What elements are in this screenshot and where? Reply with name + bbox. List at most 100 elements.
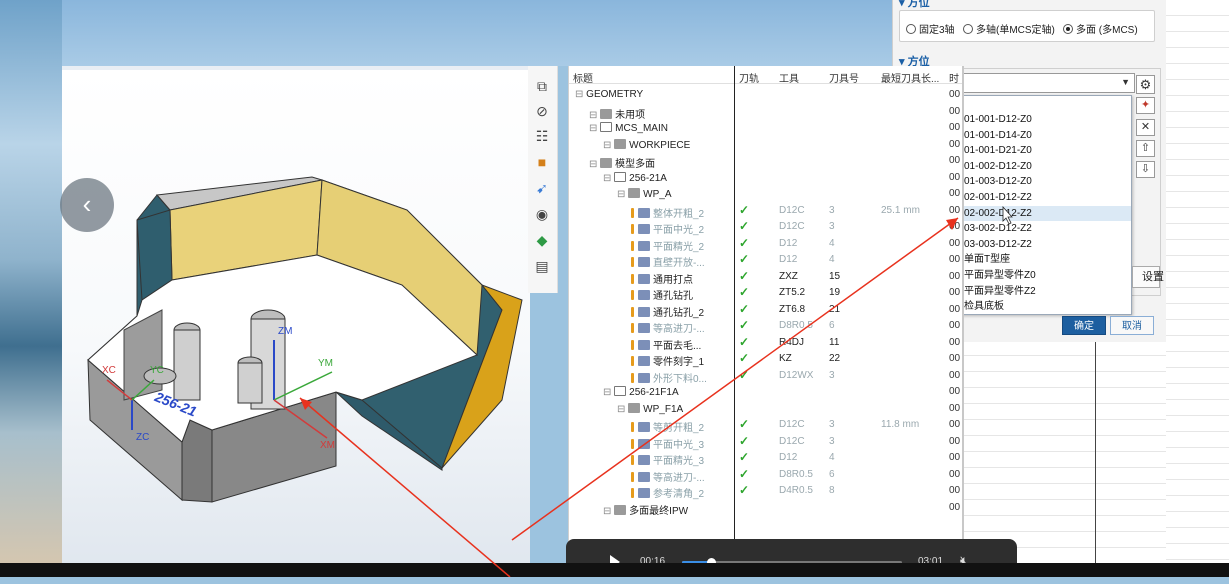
assembly-navigator-icon[interactable]: ⧉	[532, 76, 552, 96]
tree-row[interactable]: 等高进刀-... ✓ D8R0.5 6 00	[569, 467, 962, 484]
tree-row[interactable]: 零件刻字_1 ✓ KZ 22 00	[569, 351, 962, 368]
tree-row[interactable]: ⊟ 未用项 00	[569, 104, 962, 121]
hide-icon[interactable]: ⊘	[532, 101, 552, 121]
tree-row[interactable]: ⊟ WP_F1A 00	[569, 401, 962, 417]
radio-multi-axis-single-mcs[interactable]: 多轴(单MCS定轴)	[963, 21, 1055, 36]
header-min-tool-length[interactable]: 最短刀具长...	[881, 70, 939, 85]
dropdown-item[interactable]: 02-001-D12-Z2	[964, 190, 1032, 205]
time-cell: 00	[949, 204, 961, 216]
tree-row[interactable]: 直壁开放-... ✓ D12 4 00	[569, 252, 962, 269]
setup-button[interactable]: 设置	[1132, 266, 1164, 288]
collapse-icon[interactable]: ⊟	[617, 404, 628, 415]
tool-library-icon[interactable]: ➹	[532, 178, 552, 198]
cancel-button[interactable]: 取消	[1110, 316, 1154, 335]
dropdown-item[interactable]: 03-003-D12-Z2	[964, 237, 1032, 252]
layer-icon[interactable]: ▤	[532, 256, 552, 276]
header-title[interactable]: 标题	[573, 70, 593, 85]
dropdown-item[interactable]: 平面异型零件Z2	[964, 284, 1036, 299]
tree-row[interactable]: ⊟ 256-21A 00	[569, 170, 962, 186]
dropdown-item[interactable]: 03-002-D12-Z2	[964, 221, 1032, 236]
tool-cell: D12	[779, 237, 798, 249]
collapse-icon[interactable]: ⊟	[589, 123, 600, 134]
tree-row[interactable]: 平面精光_2 ✓ D12 4 00	[569, 236, 962, 253]
tree-row[interactable]: 等高进刀-... ✓ D8R0.5 6 00	[569, 318, 962, 335]
dropdown-item[interactable]: 检具底板	[964, 299, 1004, 314]
warning-icon	[631, 372, 634, 383]
tree-row[interactable]: 平面中光_3 ✓ D12C 3 00	[569, 433, 962, 451]
tree-row[interactable]: 外形下料0... ✓ D12WX 3 00	[569, 367, 962, 385]
machine-tool-icon[interactable]: ■	[532, 152, 552, 172]
add-mcs-button[interactable]: ✦	[1136, 97, 1155, 114]
move-down-button[interactable]: ⇩	[1136, 161, 1155, 178]
dropdown-item[interactable]: 01-001-D21-Z0	[964, 143, 1032, 158]
radio-dot	[906, 23, 916, 34]
node-name: 等高进刀-...	[653, 324, 705, 335]
resource-bar: ⧉ ⊘ ☷ ■ ➹ ◉ ◆ ▤	[528, 66, 558, 293]
collapse-icon[interactable]: ⊟	[589, 159, 600, 170]
radio-fixed-3axis[interactable]: 固定3轴	[906, 21, 955, 36]
tool-cell: D12WX	[779, 369, 814, 381]
move-up-button[interactable]: ⇧	[1136, 140, 1155, 157]
collapse-icon[interactable]: ⊟	[589, 110, 600, 121]
op-node-icon	[638, 290, 650, 300]
header-time[interactable]: 时	[949, 70, 959, 85]
collapse-icon[interactable]: ⊟	[603, 387, 614, 398]
tree-row[interactable]: 通孔钻孔_2 ✓ ZT6.8 21 00	[569, 302, 962, 319]
dropdown-item[interactable]: 01-001-D12-Z0	[964, 112, 1032, 127]
op-node-icon	[638, 455, 650, 465]
section-title-orientation-1[interactable]: ▾ 方位	[899, 0, 930, 10]
time-cell: 00	[949, 171, 961, 183]
tree-row[interactable]: ⊟ 模型多面 00	[569, 153, 962, 170]
warning-icon	[631, 471, 634, 482]
tree-row[interactable]: ⊟ 256-21F1A 00	[569, 384, 962, 400]
collapse-icon[interactable]: ⊟	[603, 173, 614, 184]
tree-row[interactable]: ⊟ GEOMETRY 00	[569, 87, 962, 103]
tool-cell: D8R0.5	[779, 320, 813, 331]
tree-row[interactable]: 整体开粗_2 ✓ D12C 3 25.1 mm 00	[569, 202, 962, 220]
dropdown-item[interactable]: 平面异型零件Z0	[964, 268, 1036, 283]
view-icon[interactable]: ◉	[532, 204, 552, 224]
tree-row[interactable]: 平面中光_2 ✓ D12C 3 00	[569, 219, 962, 236]
tree-row[interactable]: 通用打点 ✓ ZXZ 15 00	[569, 269, 962, 286]
bottom-bar	[0, 563, 1229, 577]
dropdown-item[interactable]: 01-002-D12-Z0	[964, 159, 1032, 174]
radio-multi-face-mcs[interactable]: 多面 (多MCS)	[1063, 21, 1138, 36]
tool-number-cell: 8	[829, 485, 835, 496]
gear-icon[interactable]: ⚙	[1136, 75, 1155, 94]
tree-node-label: 平面中光_2	[631, 221, 704, 236]
tool-number-cell: 4	[829, 254, 835, 265]
collapse-icon[interactable]: ⊟	[603, 506, 614, 517]
tree-node-label: ⊟ MCS_MAIN	[589, 122, 668, 134]
tree-row[interactable]: 平面精光_3 ✓ D12 4 00	[569, 450, 962, 467]
tree-row[interactable]: ⊟ 多面最终IPW 00	[569, 500, 962, 517]
toolpath-ok-icon: ✓	[739, 367, 750, 382]
tree-row[interactable]: 通孔钻孔 ✓ ZT5.2 19 00	[569, 285, 962, 302]
back-arrow-button[interactable]: ‹	[60, 178, 114, 232]
graphics-viewport[interactable]: ZM YM XM XC YC ZC 256-21	[62, 66, 530, 577]
tree-row[interactable]: ⊟ WORKPIECE 00	[569, 137, 962, 153]
tree-row[interactable]: 等剪开粗_2 ✓ D12C 3 11.8 mm 00	[569, 417, 962, 434]
collapse-icon[interactable]: ⊟	[603, 140, 614, 151]
dropdown-item[interactable]: 01-003-D12-Z0	[964, 174, 1032, 189]
dropdown-item[interactable]: 02-002-D12-Z2	[961, 205, 1131, 221]
ok-button[interactable]: 确定	[1062, 316, 1106, 335]
toolpath-ok-icon: ✓	[739, 433, 750, 448]
tree-node-label: 整体开粗_2	[631, 205, 704, 220]
collapse-icon[interactable]: ⊟	[575, 89, 586, 100]
operation-navigator-icon[interactable]: ☷	[532, 126, 552, 146]
tree-row[interactable]: 参考清角_2 ✓ D4R0.5 8 00	[569, 483, 962, 500]
header-toolpath[interactable]: 刀轨	[739, 70, 759, 85]
header-tool-number[interactable]: 刀具号	[829, 70, 859, 85]
tree-node-label: 通用打点	[631, 271, 693, 286]
dropdown-item[interactable]: 单面T型座	[964, 252, 1010, 267]
toolpath-ok-icon: ✓	[739, 334, 750, 349]
toolpath-ok-icon: ✓	[739, 202, 750, 217]
delete-button[interactable]: ✕	[1136, 119, 1155, 136]
tree-row[interactable]: 平面去毛... ✓ R4DJ 11 00	[569, 334, 962, 352]
tree-row[interactable]: ⊟ WP_A 00	[569, 186, 962, 202]
color-palette-icon[interactable]: ◆	[532, 230, 552, 250]
collapse-icon[interactable]: ⊟	[617, 189, 628, 200]
dropdown-item[interactable]: 01-001-D14-Z0	[964, 128, 1032, 143]
tree-row[interactable]: ⊟ MCS_MAIN 00	[569, 120, 962, 136]
header-tool[interactable]: 工具	[779, 70, 799, 85]
